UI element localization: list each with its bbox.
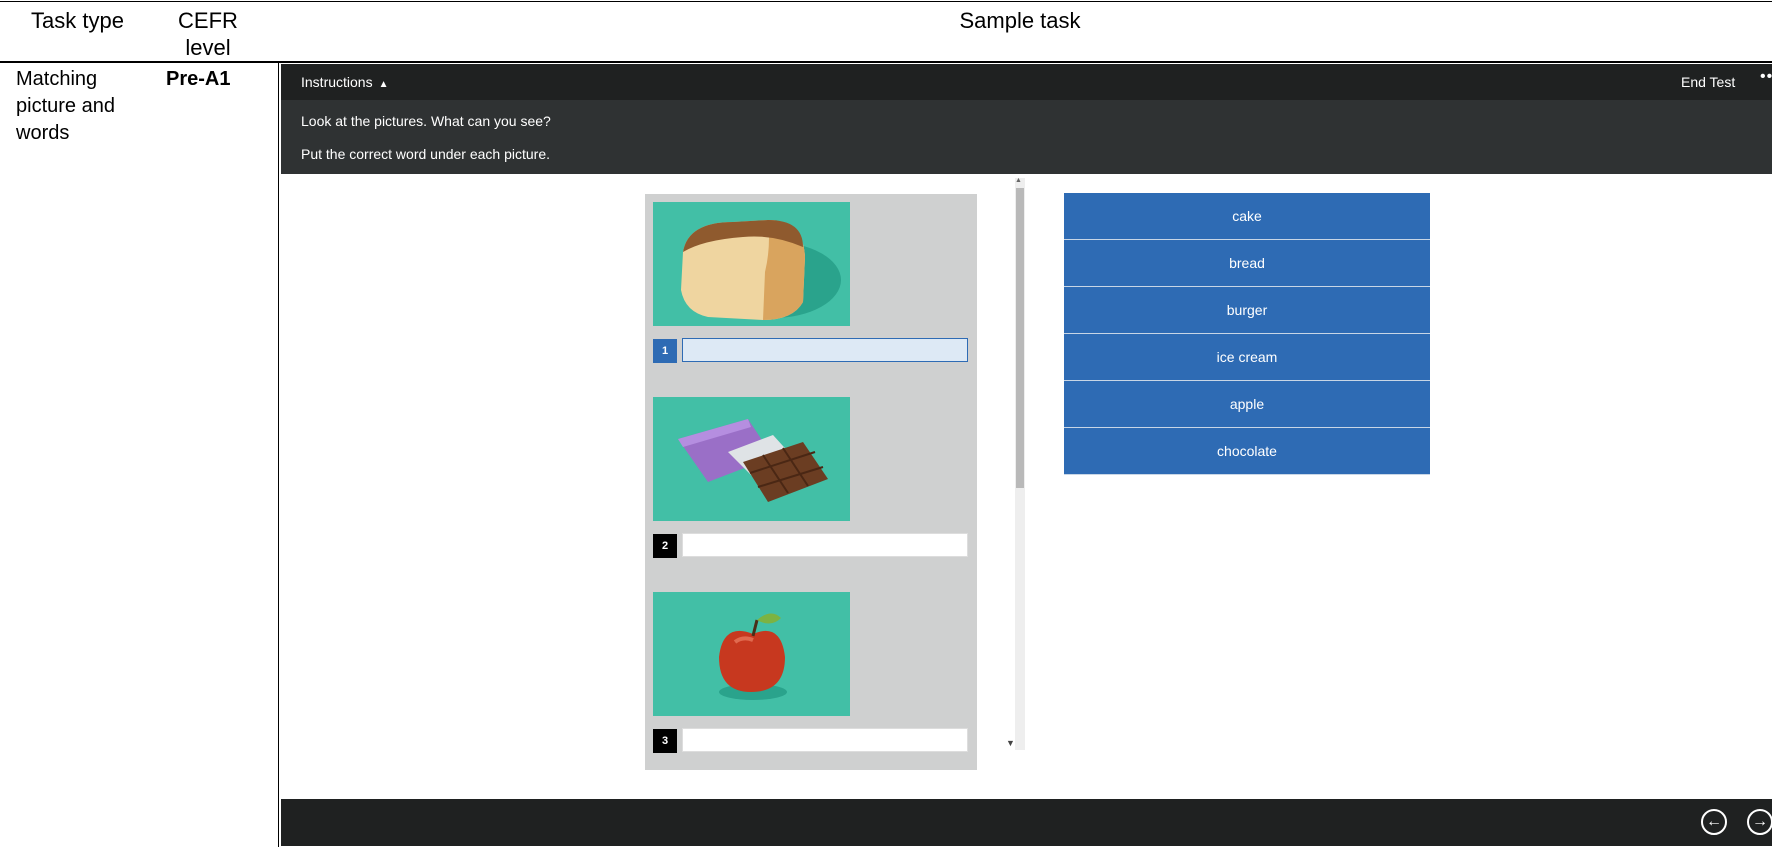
answer-drop-slot[interactable] xyxy=(682,728,968,752)
header-cefr-level: CEFR level xyxy=(178,8,238,60)
word-option-ice-cream[interactable]: ice cream xyxy=(1064,334,1430,381)
apple-picture xyxy=(653,592,850,716)
instructions-toggle[interactable]: Instructions ▲ xyxy=(301,74,389,90)
word-option-bread[interactable]: bread xyxy=(1064,240,1430,287)
more-options-icon[interactable]: ••• xyxy=(1760,68,1772,86)
question-item: 3 xyxy=(645,584,977,770)
item-number: 2 xyxy=(653,534,677,558)
answer-drop-slot[interactable] xyxy=(682,533,968,557)
header-task-type: Task type xyxy=(31,8,124,33)
answer-drop-slot[interactable] xyxy=(682,338,968,362)
task-type-cell: Matching picture and words xyxy=(16,68,115,144)
word-bank: cake bread burger ice cream apple chocol… xyxy=(1064,193,1430,475)
instruction-line: Look at the pictures. What can you see? xyxy=(301,113,551,129)
instruction-line: Put the correct word under each picture. xyxy=(301,146,551,162)
instructions-label: Instructions xyxy=(301,74,373,90)
scroll-down-icon[interactable]: ▼ xyxy=(1006,738,1015,748)
word-option-cake[interactable]: cake xyxy=(1064,193,1430,240)
question-item: 2 xyxy=(645,389,977,585)
column-divider xyxy=(278,62,279,847)
header-sample-task: Sample task xyxy=(959,8,1081,33)
sample-task-screen: Instructions ▲ End Test ••• Look at the p… xyxy=(281,64,1772,846)
item-number: 3 xyxy=(653,729,677,753)
table-header-divider xyxy=(0,61,1772,63)
question-scroll-area[interactable]: 1 2 3 xyxy=(645,194,977,770)
scrollbar-thumb[interactable] xyxy=(1016,188,1024,488)
instructions-panel: Look at the pictures. What can you see? … xyxy=(281,100,1772,174)
scrollbar[interactable] xyxy=(1015,178,1025,750)
table-top-border xyxy=(0,1,1772,2)
caret-up-icon: ▲ xyxy=(378,79,389,90)
arrow-right-circle-icon[interactable]: → xyxy=(1747,809,1772,835)
bread-picture xyxy=(653,202,850,326)
item-number: 1 xyxy=(653,339,677,363)
word-option-apple[interactable]: apple xyxy=(1064,381,1430,428)
end-test-button[interactable]: End Test xyxy=(1681,74,1735,90)
top-bar: Instructions ▲ End Test ••• xyxy=(281,64,1772,100)
question-item: 1 xyxy=(645,194,977,390)
chocolate-picture xyxy=(653,397,850,521)
word-option-chocolate[interactable]: chocolate xyxy=(1064,428,1430,475)
arrow-left-circle-icon[interactable]: ← xyxy=(1701,809,1727,835)
bottom-bar: ← → xyxy=(281,799,1772,846)
scroll-up-icon[interactable]: ▲ xyxy=(1015,177,1022,184)
cefr-level-cell: Pre-A1 xyxy=(166,68,231,90)
word-option-burger[interactable]: burger xyxy=(1064,287,1430,334)
